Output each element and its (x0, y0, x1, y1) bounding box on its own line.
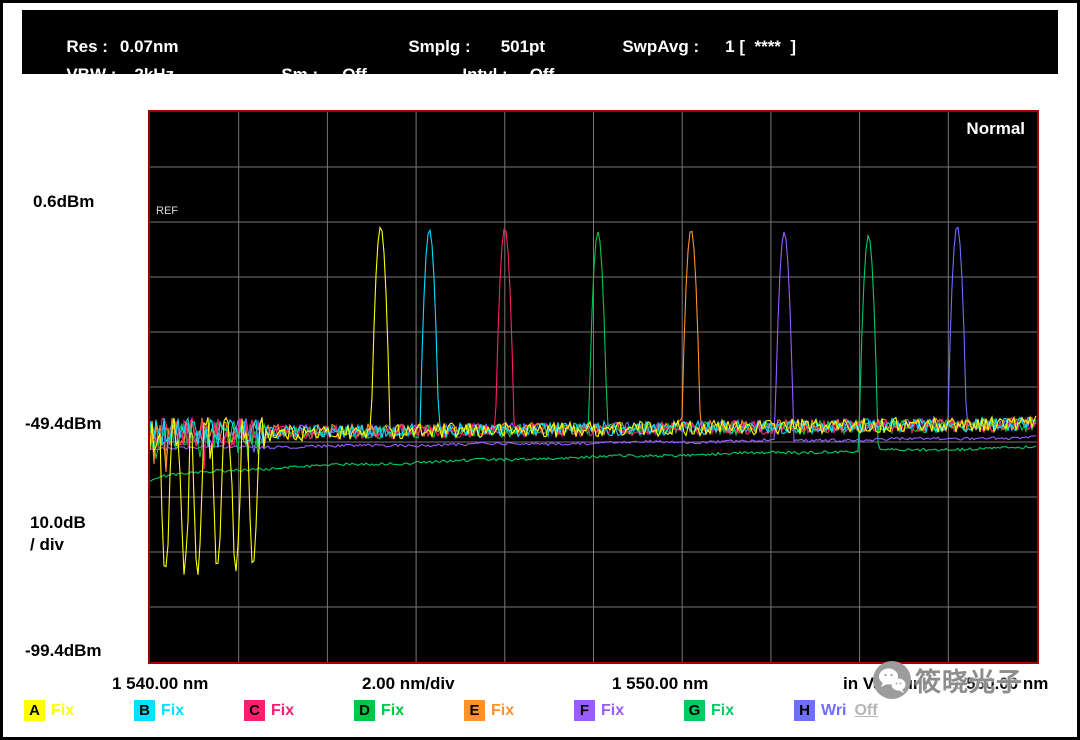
trace-c-key-box: C (244, 700, 265, 721)
trace-legend-g[interactable]: G Fix (684, 700, 794, 721)
smoothing-label: Sm : (281, 65, 318, 84)
interval-setting: Intvl : Off (434, 45, 554, 105)
trace-f-key-box: F (574, 700, 595, 721)
trace-a-mode: Fix (51, 702, 74, 720)
interval-label: Intvl : (462, 65, 507, 84)
trace-legend-c[interactable]: C Fix (244, 700, 354, 721)
sweep-average-value: 1 [ **** ] (725, 37, 796, 57)
trace-b-mode: Fix (161, 702, 184, 720)
trace-f-mode: Fix (601, 702, 624, 720)
smoothing-setting: Sm : Off (253, 45, 367, 105)
trace-d-mode: Fix (381, 702, 404, 720)
vbw-setting: VBW : 2kHz (38, 45, 174, 105)
watermark: 筱晓光子 (872, 660, 1023, 700)
wechat-icon (872, 660, 912, 700)
interval-value: Off (530, 65, 555, 85)
vbw-value: 2kHz (134, 65, 174, 85)
trace-legend-h[interactable]: H Wri Off (794, 700, 878, 721)
trace-legend: A Fix B Fix C Fix D Fix E Fix F Fix G Fi… (24, 700, 878, 721)
scale-per-div-unit-label: / div (30, 535, 64, 555)
bottom-level-label: -99.4dBm (25, 641, 102, 661)
trace-b-key-box: B (134, 700, 155, 721)
trace-c-mode: Fix (271, 702, 294, 720)
trace-legend-f[interactable]: F Fix (574, 700, 684, 721)
spectrum-plot-area[interactable]: Normal REF (148, 110, 1039, 664)
trace-h-status: Off (854, 702, 877, 720)
settings-header: Res :0.07nm Smplg :501pt SwpAvg :1 [ ***… (22, 10, 1058, 74)
trace-e-mode: Fix (491, 702, 514, 720)
trace-a-key-box: A (24, 700, 45, 721)
trace-legend-e[interactable]: E Fix (464, 700, 574, 721)
span-per-div-label: 2.00 nm/div (362, 674, 455, 694)
trace-h-key-box: H (794, 700, 815, 721)
mid-level-label: -49.4dBm (25, 414, 102, 434)
scale-per-div-label: 10.0dB (30, 513, 86, 533)
trace-g-key-box: G (684, 700, 705, 721)
spectrum-traces (150, 112, 1037, 662)
trace-legend-a[interactable]: A Fix (24, 700, 134, 721)
center-wavelength-label: 1 550.00 nm (612, 674, 708, 694)
trace-h-mode: Wri (821, 702, 846, 720)
trace-e-key-box: E (464, 700, 485, 721)
trace-legend-d[interactable]: D Fix (354, 700, 464, 721)
osa-screen: Res :0.07nm Smplg :501pt SwpAvg :1 [ ***… (0, 0, 1080, 740)
vbw-label: VBW : (66, 65, 116, 84)
ref-line-label: REF (156, 205, 178, 217)
watermark-text: 筱晓光子 (915, 662, 1023, 699)
sweep-average-label: SwpAvg : (622, 37, 699, 56)
trace-mode-label: Normal (966, 119, 1025, 139)
smoothing-value: Off (342, 65, 367, 85)
trace-g-mode: Fix (711, 702, 734, 720)
trace-d-key-box: D (354, 700, 375, 721)
trace-legend-b[interactable]: B Fix (134, 700, 244, 721)
start-wavelength-label: 1 540.00 nm (112, 674, 208, 694)
ref-level-label: 0.6dBm (33, 192, 94, 212)
sweep-average-setting: SwpAvg : 1 [ **** ] (594, 17, 796, 77)
